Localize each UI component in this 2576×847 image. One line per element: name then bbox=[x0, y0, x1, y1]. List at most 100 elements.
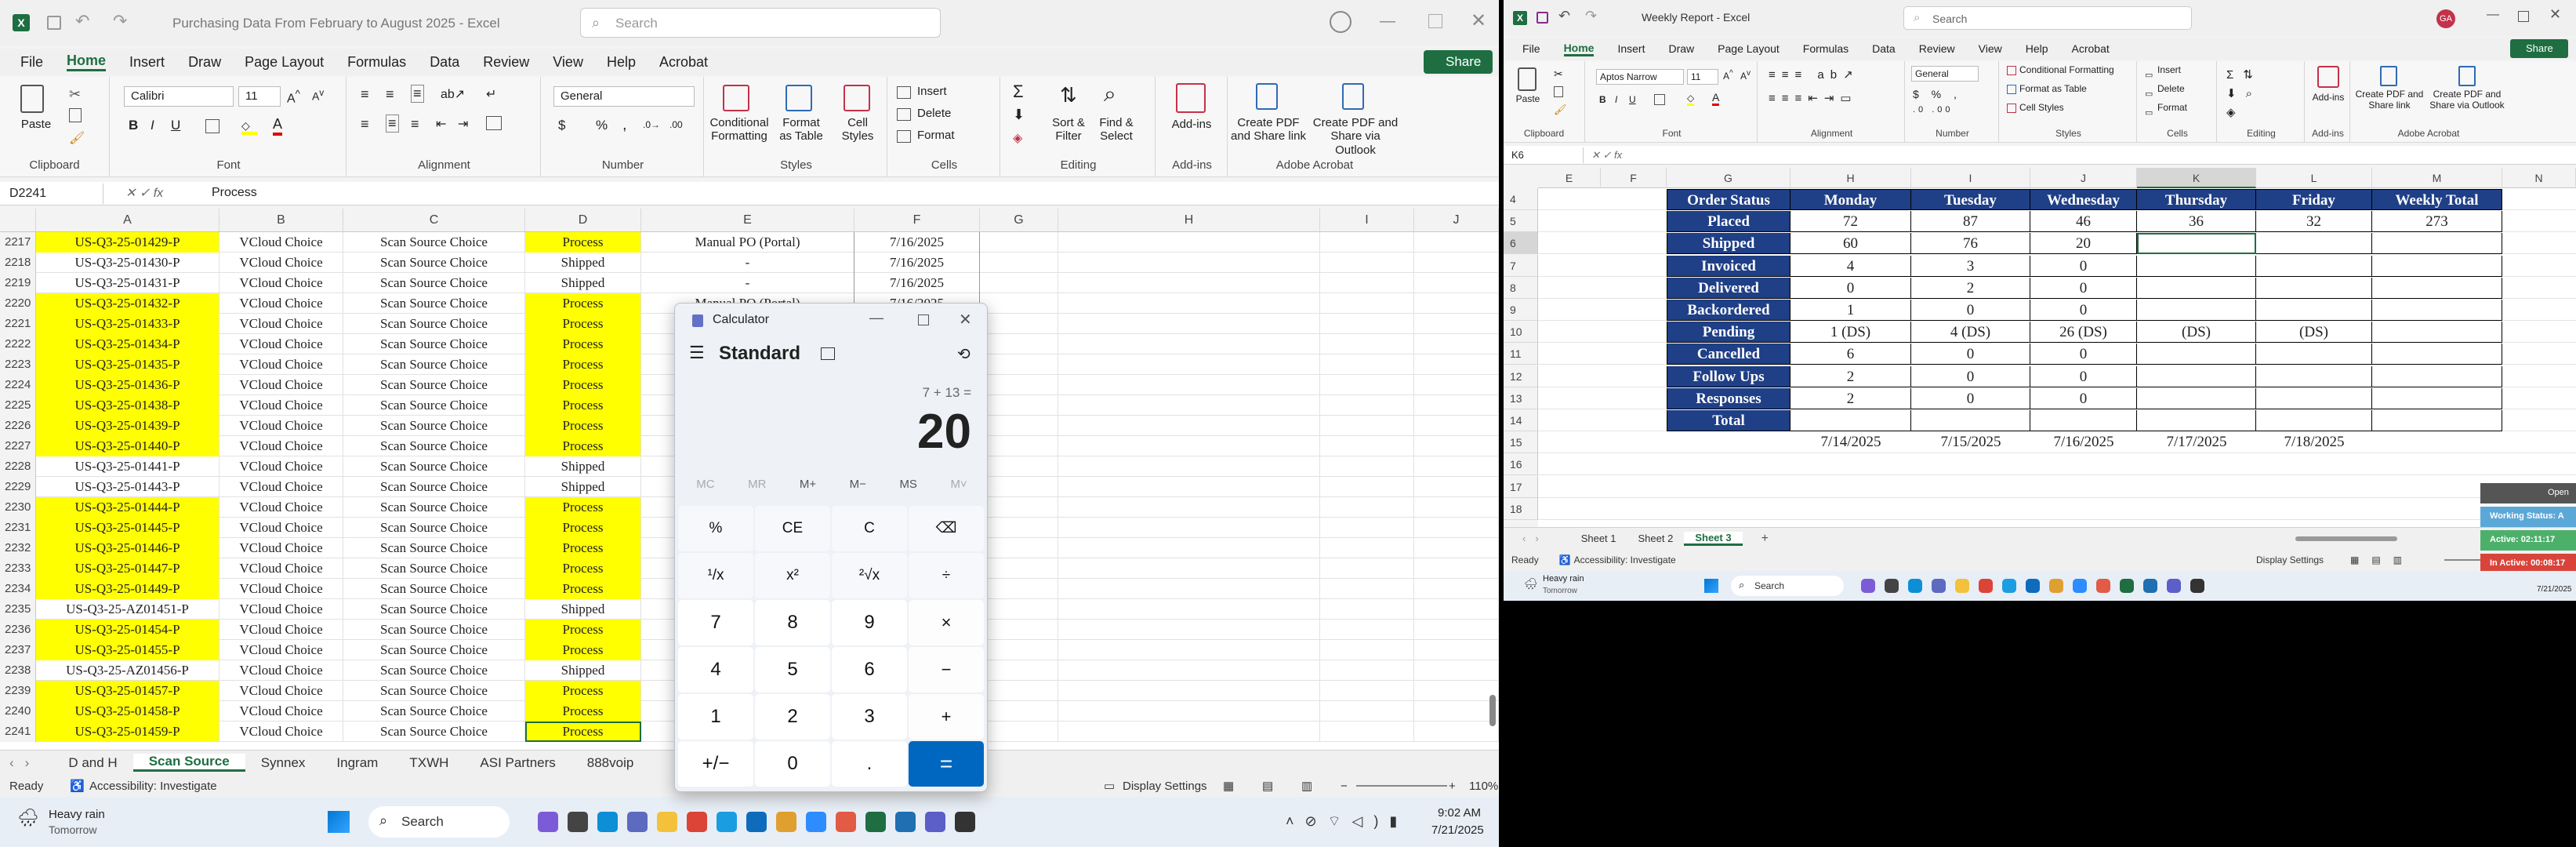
cell-h[interactable] bbox=[1058, 599, 1320, 620]
cell-h[interactable] bbox=[1058, 334, 1320, 354]
horizontal-scrollbar[interactable] bbox=[2295, 536, 2397, 541]
cell-a[interactable]: US-Q3-25-01458-P bbox=[36, 701, 220, 722]
row-number[interactable]: 2219 bbox=[0, 273, 36, 293]
account-icon[interactable] bbox=[1330, 11, 1351, 33]
cell-d[interactable]: Shipped bbox=[525, 660, 641, 681]
sheet-tab[interactable]: D and H bbox=[53, 755, 132, 771]
table-cell[interactable]: 1 bbox=[1791, 300, 1911, 321]
cell-j[interactable] bbox=[1414, 253, 1499, 273]
table-cell[interactable]: (DS) bbox=[2137, 322, 2256, 344]
right-taskbar-search[interactable]: ⌕ Search bbox=[1731, 576, 1844, 596]
table-cell[interactable] bbox=[2137, 277, 2256, 299]
taskbar-search[interactable]: ⌕ Search bbox=[368, 806, 510, 838]
cell-a[interactable]: US-Q3-25-01445-P bbox=[36, 518, 220, 538]
cell-h[interactable] bbox=[1058, 416, 1320, 436]
cell-j[interactable] bbox=[1414, 273, 1499, 293]
cell-a[interactable]: US-Q3-25-01457-P bbox=[36, 681, 220, 701]
cell-c[interactable]: Scan Source Choice bbox=[343, 558, 525, 579]
copilot-app-icon[interactable] bbox=[538, 812, 558, 832]
menu-help[interactable]: Help bbox=[607, 54, 636, 71]
menu-page-layout[interactable]: Page Layout bbox=[1718, 42, 1780, 55]
row-number[interactable]: 2223 bbox=[0, 354, 36, 375]
table-cell[interactable]: Total bbox=[1667, 410, 1791, 431]
table-cell[interactable] bbox=[2137, 410, 2256, 431]
table-cell[interactable]: 0 bbox=[2030, 255, 2137, 277]
cell-f[interactable]: 7/16/2025 bbox=[854, 273, 980, 293]
cell-b[interactable]: VCloud Choice bbox=[220, 477, 343, 497]
copilot-app-icon[interactable] bbox=[1861, 579, 1875, 593]
menu-help[interactable]: Help bbox=[2026, 42, 2048, 55]
redo-icon[interactable]: ↷ bbox=[113, 11, 127, 31]
insert-cells-button[interactable]: Insert bbox=[917, 85, 947, 98]
sheet-tab[interactable]: Sheet 2 bbox=[1627, 533, 1685, 544]
cell-c[interactable]: Scan Source Choice bbox=[343, 375, 525, 395]
cell-a[interactable]: US-Q3-25-01429-P bbox=[36, 232, 220, 253]
right-create-pdf-button[interactable]: Create PDF and Share link bbox=[2352, 89, 2427, 111]
table-cell[interactable] bbox=[2137, 387, 2256, 409]
cell-i[interactable] bbox=[1320, 354, 1414, 375]
right-addins-button[interactable]: Add-ins bbox=[2308, 92, 2349, 104]
calc-key[interactable]: % bbox=[678, 506, 753, 551]
memory-button[interactable]: MR bbox=[748, 478, 766, 501]
chrome-profile-icon[interactable] bbox=[776, 812, 796, 832]
cell-d[interactable]: Process bbox=[525, 558, 641, 579]
chrome-alt-icon[interactable] bbox=[836, 812, 856, 832]
cell-a[interactable]: US-Q3-25-01446-P bbox=[36, 538, 220, 558]
cell-i[interactable] bbox=[1320, 660, 1414, 681]
cell-h[interactable] bbox=[1058, 620, 1320, 640]
cell-g[interactable] bbox=[980, 477, 1058, 497]
menu-formulas[interactable]: Formulas bbox=[347, 54, 406, 71]
cell-h[interactable] bbox=[1058, 538, 1320, 558]
underline-icon[interactable]: U bbox=[171, 118, 180, 133]
fill-color-icon[interactable]: ◇ bbox=[1687, 93, 1695, 106]
table-header-cell[interactable]: Order Status bbox=[1667, 189, 1791, 210]
cell-b[interactable]: VCloud Choice bbox=[220, 253, 343, 273]
column-header[interactable]: I bbox=[1320, 209, 1414, 232]
cell-j[interactable] bbox=[1414, 436, 1499, 456]
tab-scroll-prev-icon[interactable]: ‹ bbox=[1522, 533, 1526, 544]
tab-scroll-next-icon[interactable]: › bbox=[1535, 533, 1538, 544]
right-cell-styles-button[interactable]: Cell Styles bbox=[2019, 102, 2064, 114]
right-font-name-box[interactable]: Aptos Narrow bbox=[1596, 69, 1684, 85]
normal-view-icon[interactable]: ▦ bbox=[1223, 779, 1234, 793]
vertical-scrollbar[interactable] bbox=[1489, 695, 1496, 726]
table-cell[interactable]: 4 (DS) bbox=[1911, 322, 2030, 344]
cell-d[interactable]: Process bbox=[525, 518, 641, 538]
table-cell[interactable]: Pending bbox=[1667, 322, 1791, 344]
cell-i[interactable] bbox=[1320, 477, 1414, 497]
addins-button[interactable]: Add-ins bbox=[1160, 118, 1223, 131]
memory-button[interactable]: M˅ bbox=[950, 478, 967, 501]
increase-decimal-icon[interactable]: .0→ bbox=[643, 119, 660, 130]
cell-d[interactable]: Shipped bbox=[525, 253, 641, 273]
row-number[interactable]: 2240 bbox=[0, 701, 36, 722]
table-cell[interactable] bbox=[2256, 410, 2372, 431]
menu-view[interactable]: View bbox=[1979, 42, 2002, 55]
cell-b[interactable]: VCloud Choice bbox=[220, 436, 343, 456]
row-number[interactable]: 2217 bbox=[0, 232, 36, 253]
cell-a[interactable]: US-Q3-25-01434-P bbox=[36, 334, 220, 354]
table-cell[interactable] bbox=[2372, 255, 2502, 277]
edge-browser-icon[interactable] bbox=[2002, 579, 2016, 593]
cell-i[interactable] bbox=[1320, 701, 1414, 722]
paste-icon[interactable] bbox=[1518, 67, 1537, 91]
table-cell[interactable]: Follow Ups bbox=[1667, 365, 1791, 387]
row-number[interactable]: 2226 bbox=[0, 416, 36, 436]
view-icons[interactable]: ▦▤▥ bbox=[2350, 554, 2415, 565]
calc-key[interactable]: ⌫ bbox=[909, 506, 984, 551]
undo-icon[interactable]: ↶ bbox=[1558, 8, 1570, 24]
column-header[interactable]: E bbox=[641, 209, 854, 232]
number-format-box[interactable]: General bbox=[553, 86, 695, 107]
table-cell[interactable]: Delivered bbox=[1667, 277, 1791, 299]
table-cell[interactable]: 0 bbox=[1911, 387, 2030, 409]
chrome-app-icon[interactable] bbox=[687, 812, 707, 832]
cell-d[interactable]: Process bbox=[525, 395, 641, 416]
share-button[interactable]: Share bbox=[1424, 50, 1493, 74]
cell-j[interactable] bbox=[1414, 314, 1499, 334]
menu-review[interactable]: Review bbox=[483, 54, 529, 71]
row-number[interactable]: 2236 bbox=[0, 620, 36, 640]
align-top-icon[interactable]: ≡ bbox=[361, 86, 369, 103]
cell-b[interactable]: VCloud Choice bbox=[220, 314, 343, 334]
table-cell[interactable] bbox=[2137, 365, 2256, 387]
sheet-tab[interactable]: ASI Partners bbox=[464, 755, 571, 771]
table-cell[interactable]: 4 bbox=[1791, 255, 1911, 277]
